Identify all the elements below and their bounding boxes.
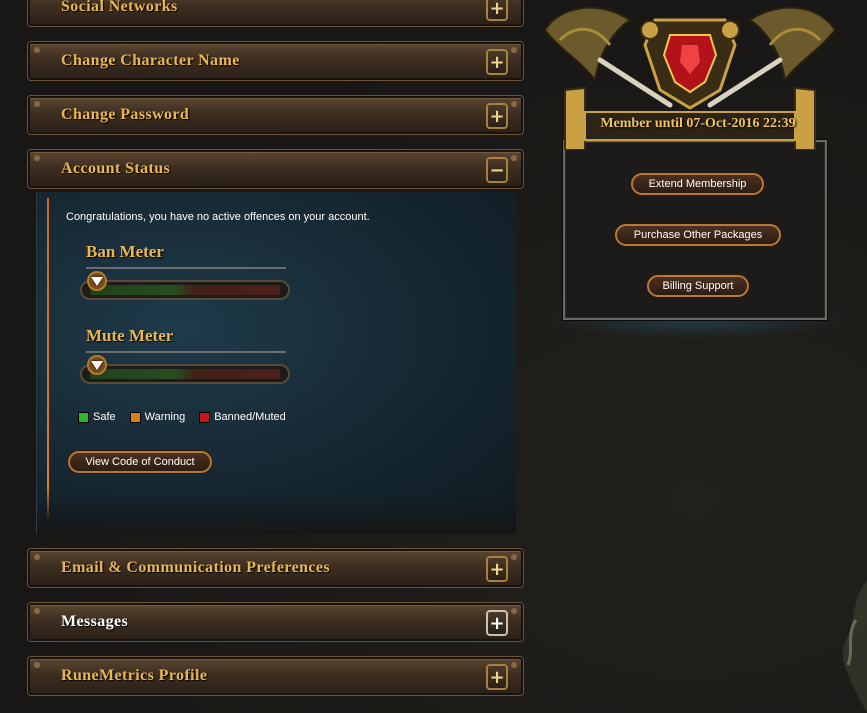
warning-swatch (129, 411, 141, 423)
legend-label: Banned/Muted (214, 411, 286, 423)
legend-safe: Safe (78, 411, 116, 423)
status-message: Congratulations, you have no active offe… (66, 211, 370, 223)
section-label: Email & Communication Preferences (61, 559, 331, 576)
section-label: Account Status (61, 160, 171, 177)
section-messages[interactable]: Messages + (28, 603, 523, 641)
expand-icon[interactable]: + (486, 556, 508, 582)
expand-icon[interactable]: + (486, 0, 508, 21)
legend-label: Safe (93, 411, 116, 423)
panel-accent-line (47, 198, 49, 520)
section-email-preferences[interactable]: Email & Communication Preferences + (28, 549, 523, 587)
ban-meter-divider (86, 267, 286, 269)
purchase-other-packages-button[interactable]: Purchase Other Packages (615, 224, 781, 246)
billing-support-button[interactable]: Billing Support (647, 275, 749, 297)
section-change-character-name[interactable]: Change Character Name + (28, 42, 523, 80)
ban-meter-title: Ban Meter (86, 242, 164, 261)
section-label: Change Password (61, 106, 190, 123)
section-social-networks[interactable]: Social Networks + (28, 0, 523, 26)
section-label: Social Networks (61, 0, 178, 15)
legend-warning: Warning (129, 411, 186, 423)
ornament-icon (842, 580, 867, 713)
legend-label: Warning (144, 411, 186, 423)
safe-swatch (78, 411, 89, 423)
membership-status-text: Member until 07-Oct-2016 22:39 (600, 116, 796, 131)
section-label: RuneMetrics Profile (61, 667, 208, 684)
section-label: Messages (61, 613, 129, 630)
expand-icon[interactable]: + (486, 664, 508, 690)
ban-meter-pointer-icon (91, 277, 103, 286)
meter-legend: Safe Warning Banned/Muted (78, 411, 286, 423)
expand-icon[interactable]: + (486, 103, 508, 129)
collapse-icon[interactable]: − (486, 157, 508, 183)
ban-meter-track (80, 280, 290, 300)
extend-membership-button[interactable]: Extend Membership (631, 173, 764, 195)
mute-meter-fill (90, 369, 280, 379)
section-account-status[interactable]: Account Status − (28, 150, 523, 188)
legend-banned-muted: Banned/Muted (199, 411, 286, 423)
mute-meter-track (80, 364, 290, 384)
view-code-of-conduct-button[interactable]: View Code of Conduct (68, 451, 212, 473)
mute-meter-title: Mute Meter (86, 326, 174, 345)
mute-meter-divider (86, 351, 286, 353)
mute-meter-pointer-icon (91, 361, 103, 370)
section-change-password[interactable]: Change Password + (28, 96, 523, 134)
banned-swatch (199, 411, 211, 423)
expand-icon[interactable]: + (486, 49, 508, 75)
section-label: Change Character Name (61, 52, 240, 69)
section-runemetrics-profile[interactable]: RuneMetrics Profile + (28, 657, 523, 695)
expand-icon[interactable]: + (486, 610, 508, 636)
ban-meter-fill (90, 285, 280, 295)
